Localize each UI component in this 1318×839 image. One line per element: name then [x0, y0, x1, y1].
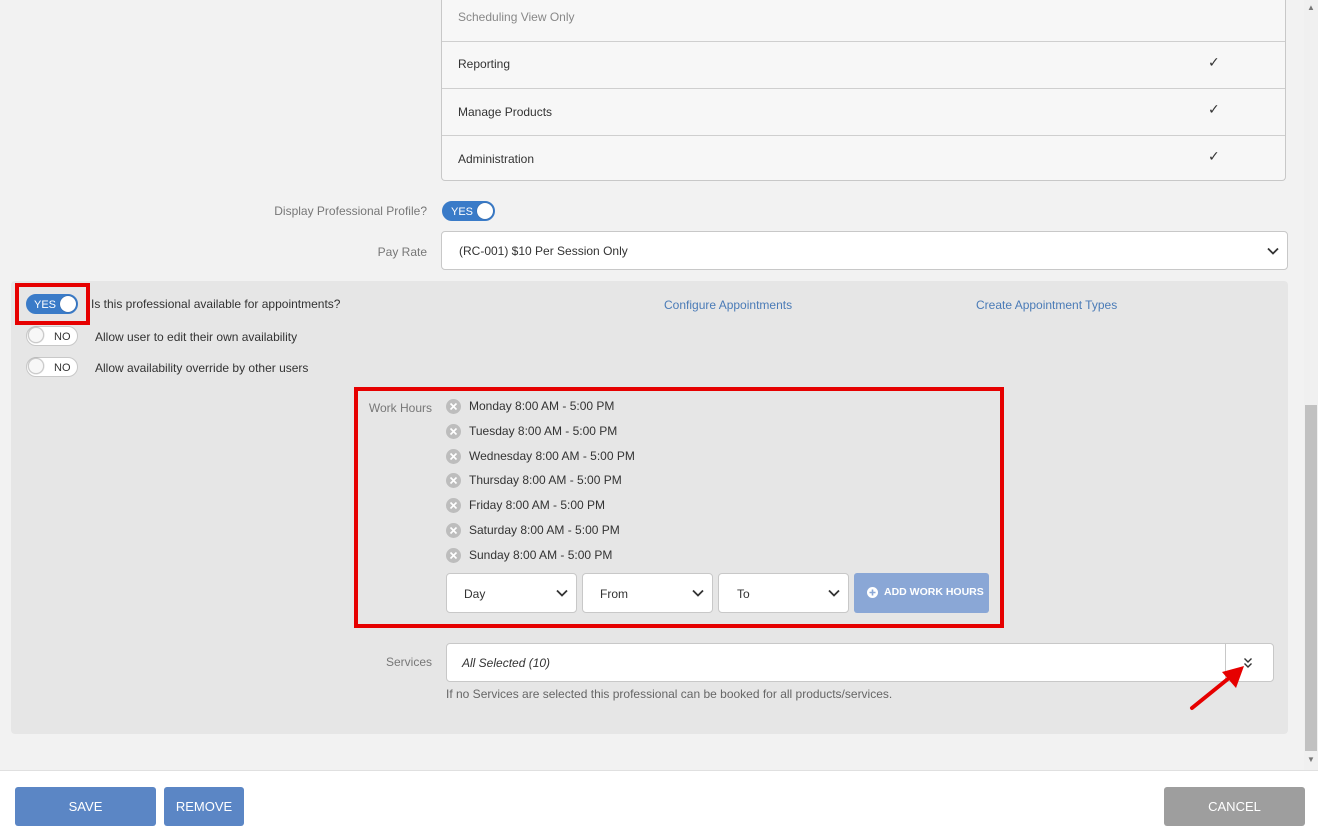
- permission-row-manage-products[interactable]: Manage Products ✓: [442, 88, 1285, 135]
- services-value: All Selected (10): [462, 656, 551, 670]
- create-appointment-types-link[interactable]: Create Appointment Types: [976, 298, 1117, 312]
- scrollbar-thumb[interactable]: [1305, 405, 1317, 751]
- services-label: Services: [385, 655, 432, 669]
- edit-own-availability-toggle[interactable]: NO: [26, 326, 78, 346]
- permission-label: Reporting: [458, 57, 511, 71]
- permission-row-scheduling-view-only[interactable]: Scheduling View Only: [442, 0, 1285, 45]
- cancel-button[interactable]: CANCEL: [1164, 787, 1305, 826]
- scroll-up-icon[interactable]: ▲: [1307, 3, 1315, 12]
- toggle-state-label: NO: [54, 331, 71, 343]
- services-hint: If no Services are selected this profess…: [446, 687, 893, 701]
- save-button[interactable]: SAVE: [15, 787, 156, 826]
- check-icon: ✓: [1208, 148, 1220, 164]
- toggle-knob: [28, 358, 44, 374]
- check-icon: ✓: [1208, 54, 1220, 70]
- scroll-down-icon[interactable]: ▼: [1307, 755, 1315, 764]
- toggle-state-label: YES: [451, 206, 474, 218]
- check-icon: ✓: [1208, 101, 1220, 117]
- display-profile-label: Display Professional Profile?: [274, 204, 427, 218]
- chevron-down-icon: [1267, 244, 1279, 258]
- highlight-box: [15, 283, 90, 325]
- permission-label: Administration: [458, 152, 535, 166]
- toggle-knob: [28, 327, 44, 343]
- permission-row-reporting[interactable]: Reporting ✓: [442, 41, 1285, 88]
- toggle-knob: [477, 203, 493, 219]
- permission-row-administration[interactable]: Administration ✓: [442, 135, 1285, 182]
- availability-override-label: Allow availability override by other use…: [95, 361, 309, 375]
- permissions-list: Scheduling View Only Reporting ✓ Manage …: [441, 0, 1286, 181]
- remove-button[interactable]: REMOVE: [164, 787, 244, 826]
- pay-rate-value: (RC-001) $10 Per Session Only: [459, 244, 628, 258]
- configure-appointments-link[interactable]: Configure Appointments: [664, 298, 792, 312]
- toggle-state-label: NO: [54, 362, 71, 374]
- pay-rate-select[interactable]: (RC-001) $10 Per Session Only: [441, 231, 1288, 270]
- permission-label: Manage Products: [458, 105, 553, 119]
- pay-rate-label: Pay Rate: [377, 245, 427, 259]
- availability-override-toggle[interactable]: NO: [26, 357, 78, 377]
- available-for-appointments-label: Is this professional available for appoi…: [91, 297, 341, 311]
- edit-own-availability-label: Allow user to edit their own availabilit…: [95, 330, 298, 344]
- display-profile-toggle[interactable]: YES: [442, 201, 495, 221]
- services-multiselect[interactable]: All Selected (10): [446, 643, 1274, 682]
- arrow-annotation-icon: [1190, 666, 1244, 710]
- permission-label: Scheduling View Only: [458, 10, 575, 24]
- highlight-box: [354, 387, 1004, 628]
